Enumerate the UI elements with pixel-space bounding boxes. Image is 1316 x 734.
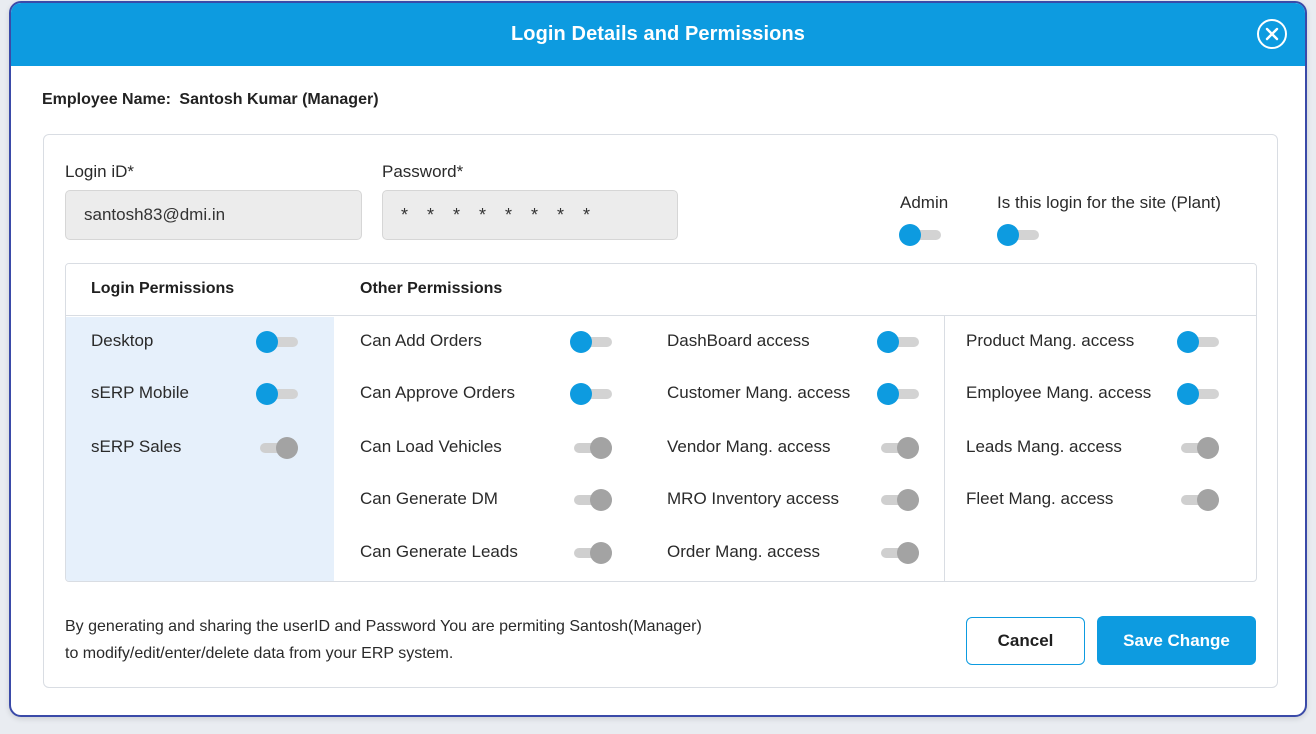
toggle-add-orders[interactable] bbox=[570, 331, 614, 353]
toggle-leads-mang[interactable] bbox=[1177, 437, 1221, 459]
other-permissions-heading: Other Permissions bbox=[360, 280, 503, 297]
toggle-employee-mang[interactable] bbox=[1177, 383, 1221, 405]
dialog-title: Login Details and Permissions bbox=[510, 23, 806, 45]
perm-label-add-orders: Can Add Orders bbox=[360, 331, 482, 350]
toggle-generate-leads[interactable] bbox=[570, 542, 614, 564]
dialog-header: Login Details and Permissions bbox=[11, 3, 1305, 66]
toggle-dashboard[interactable] bbox=[877, 331, 921, 353]
save-change-button[interactable]: Save Change bbox=[1097, 616, 1256, 665]
perm-label-leads-mang: Leads Mang. access bbox=[966, 437, 1122, 456]
login-id-label: Login iD* bbox=[65, 162, 134, 181]
perm-label-generate-dm: Can Generate DM bbox=[360, 489, 498, 508]
perm-label-approve-orders: Can Approve Orders bbox=[360, 383, 515, 402]
toggle-order-mang[interactable] bbox=[877, 542, 921, 564]
toggle-load-vehicles[interactable] bbox=[570, 437, 614, 459]
employee-name-label: Employee Name: bbox=[42, 91, 171, 108]
perm-label-mro-inventory: MRO Inventory access bbox=[667, 489, 839, 508]
employee-name-row: Employee Name: Santosh Kumar (Manager) bbox=[42, 91, 379, 109]
toggle-mro-inventory[interactable] bbox=[877, 489, 921, 511]
employee-name-value: Santosh Kumar (Manager) bbox=[179, 91, 379, 108]
perm-label-serp-sales: sERP Sales bbox=[91, 437, 182, 456]
admin-toggle[interactable] bbox=[899, 224, 943, 246]
consent-notice: By generating and sharing the userID and… bbox=[65, 613, 702, 667]
login-permissions-heading: Login Permissions bbox=[91, 280, 235, 297]
site-login-label: Is this login for the site (Plant) bbox=[997, 193, 1221, 212]
close-icon[interactable] bbox=[1257, 19, 1287, 49]
perm-label-dashboard: DashBoard access bbox=[667, 331, 810, 350]
permissions-panel: Login iD* santosh83@dmi.in Password* * *… bbox=[43, 134, 1278, 688]
perm-label-serp-mobile: sERP Mobile bbox=[91, 383, 189, 402]
perm-label-generate-leads: Can Generate Leads bbox=[360, 542, 518, 561]
toggle-fleet-mang[interactable] bbox=[1177, 489, 1221, 511]
consent-notice-line-2: to modify/edit/enter/delete data from yo… bbox=[65, 645, 454, 662]
permissions-table: Login Permissions Other Permissions Desk… bbox=[65, 263, 1257, 582]
toggle-serp-sales[interactable] bbox=[256, 437, 300, 459]
perm-label-order-mang: Order Mang. access bbox=[667, 542, 821, 561]
login-id-field[interactable]: santosh83@dmi.in bbox=[65, 190, 362, 240]
perm-label-desktop: Desktop bbox=[91, 331, 154, 350]
perm-label-fleet-mang: Fleet Mang. access bbox=[966, 489, 1114, 508]
toggle-desktop[interactable] bbox=[256, 331, 300, 353]
site-login-toggle[interactable] bbox=[997, 224, 1041, 246]
perm-label-vendor-mang: Vendor Mang. access bbox=[667, 437, 831, 456]
toggle-vendor-mang[interactable] bbox=[877, 437, 921, 459]
toggle-generate-dm[interactable] bbox=[570, 489, 614, 511]
login-permissions-dialog: Login Details and Permissions Employee N… bbox=[9, 1, 1307, 717]
toggle-customer-mang[interactable] bbox=[877, 383, 921, 405]
perm-label-load-vehicles: Can Load Vehicles bbox=[360, 437, 502, 456]
password-label: Password* bbox=[382, 162, 464, 181]
cancel-button[interactable]: Cancel bbox=[966, 617, 1085, 665]
toggle-approve-orders[interactable] bbox=[570, 383, 614, 405]
admin-label: Admin bbox=[900, 193, 949, 212]
perm-label-product-mang: Product Mang. access bbox=[966, 331, 1135, 350]
password-field[interactable]: * * * * * * * * bbox=[382, 190, 678, 240]
perm-label-customer-mang: Customer Mang. access bbox=[667, 383, 851, 402]
toggle-product-mang[interactable] bbox=[1177, 331, 1221, 353]
permissions-table-header: Login Permissions Other Permissions bbox=[66, 264, 1256, 316]
consent-notice-line-1: By generating and sharing the userID and… bbox=[65, 618, 702, 635]
column-divider bbox=[944, 316, 945, 581]
toggle-serp-mobile[interactable] bbox=[256, 383, 300, 405]
perm-label-employee-mang: Employee Mang. access bbox=[966, 383, 1152, 402]
